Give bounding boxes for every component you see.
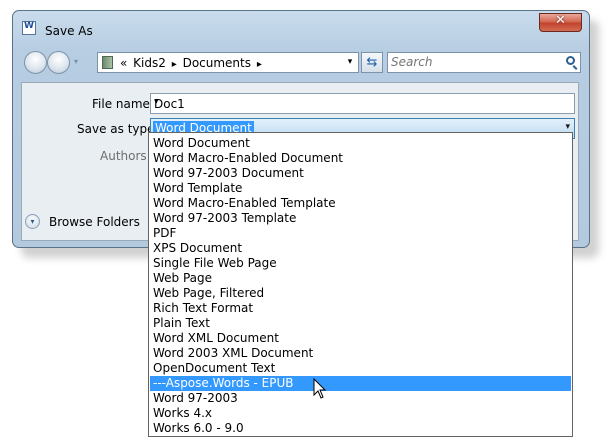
file-name-field[interactable]: Doc1 ▾ xyxy=(150,93,575,114)
save-as-type-dropdown-list: Word Document Word Macro-Enabled Document… xyxy=(148,132,573,437)
list-item[interactable]: XPS Document xyxy=(150,241,571,256)
address-bar[interactable]: « Kids2 ▸ Documents ▸ ▾ xyxy=(97,52,359,73)
word-app-icon xyxy=(22,21,36,35)
chevron-down-icon[interactable]: ▾ xyxy=(25,214,40,229)
back-arrow-icon[interactable] xyxy=(24,51,47,74)
list-item[interactable]: Works 6.0 - 9.0 xyxy=(150,421,571,436)
list-item[interactable]: Word 97-2003 Template xyxy=(150,211,571,226)
authors-label: Authors: xyxy=(100,149,151,163)
list-item[interactable]: Plain Text xyxy=(150,316,571,331)
breadcrumb: « Kids2 ▸ Documents ▸ xyxy=(120,56,264,70)
close-icon: ✕ xyxy=(555,13,566,28)
browse-folders-label[interactable]: Browse Folders xyxy=(49,215,140,229)
address-dropdown-button[interactable]: ▾ xyxy=(342,53,358,72)
search-icon[interactable] xyxy=(566,56,575,65)
list-item[interactable]: Word 97-2003 Document xyxy=(150,166,571,181)
list-item[interactable]: Word Template xyxy=(150,181,571,196)
breadcrumb-overflow[interactable]: « xyxy=(120,56,127,70)
search-input[interactable] xyxy=(391,54,551,70)
list-item[interactable]: Web Page xyxy=(150,271,571,286)
breadcrumb-documents[interactable]: Documents xyxy=(183,56,251,70)
navigation-bar: ▾ « Kids2 ▸ Documents ▸ ▾ ⇆ xyxy=(21,49,581,77)
list-item[interactable]: Rich Text Format xyxy=(150,301,571,316)
chevron-down-icon[interactable]: ▾ xyxy=(154,97,571,107)
window-title: Save As xyxy=(45,24,93,38)
list-item[interactable]: OpenDocument Text xyxy=(150,361,571,376)
forward-arrow-icon[interactable] xyxy=(47,51,70,74)
list-item[interactable]: Web Page, Filtered xyxy=(150,286,571,301)
list-item[interactable]: Word Document xyxy=(150,136,571,151)
refresh-icon: ⇆ xyxy=(366,55,378,70)
list-item[interactable]: Word Macro-Enabled Document xyxy=(150,151,571,166)
folder-icon xyxy=(102,56,113,69)
list-item[interactable]: PDF xyxy=(150,226,571,241)
close-button[interactable]: ✕ xyxy=(539,13,582,32)
title-bar[interactable]: Save As ✕ xyxy=(13,11,589,41)
breadcrumb-kids2[interactable]: Kids2 xyxy=(133,56,166,70)
list-item[interactable]: Single File Web Page xyxy=(150,256,571,271)
mouse-pointer-icon xyxy=(313,378,327,399)
recent-pages-button[interactable]: ▾ xyxy=(74,57,78,66)
refresh-button[interactable]: ⇆ xyxy=(361,52,383,73)
list-item[interactable]: Word Macro-Enabled Template xyxy=(150,196,571,211)
list-item[interactable]: Word XML Document xyxy=(150,331,571,346)
list-item[interactable]: Word 97-2003 xyxy=(150,391,571,406)
list-item[interactable]: ---Aspose.Words - EPUB xyxy=(150,376,571,391)
chevron-down-icon[interactable]: ▾ xyxy=(565,122,570,132)
breadcrumb-separator[interactable]: ▸ xyxy=(172,59,177,70)
search-box xyxy=(387,52,581,73)
save-as-type-label: Save as type: xyxy=(77,122,159,136)
list-item[interactable]: Works 4.x xyxy=(150,406,571,421)
file-name-label: File name: xyxy=(92,97,154,111)
breadcrumb-separator[interactable]: ▸ xyxy=(257,59,262,70)
list-item[interactable]: Word 2003 XML Document xyxy=(150,346,571,361)
